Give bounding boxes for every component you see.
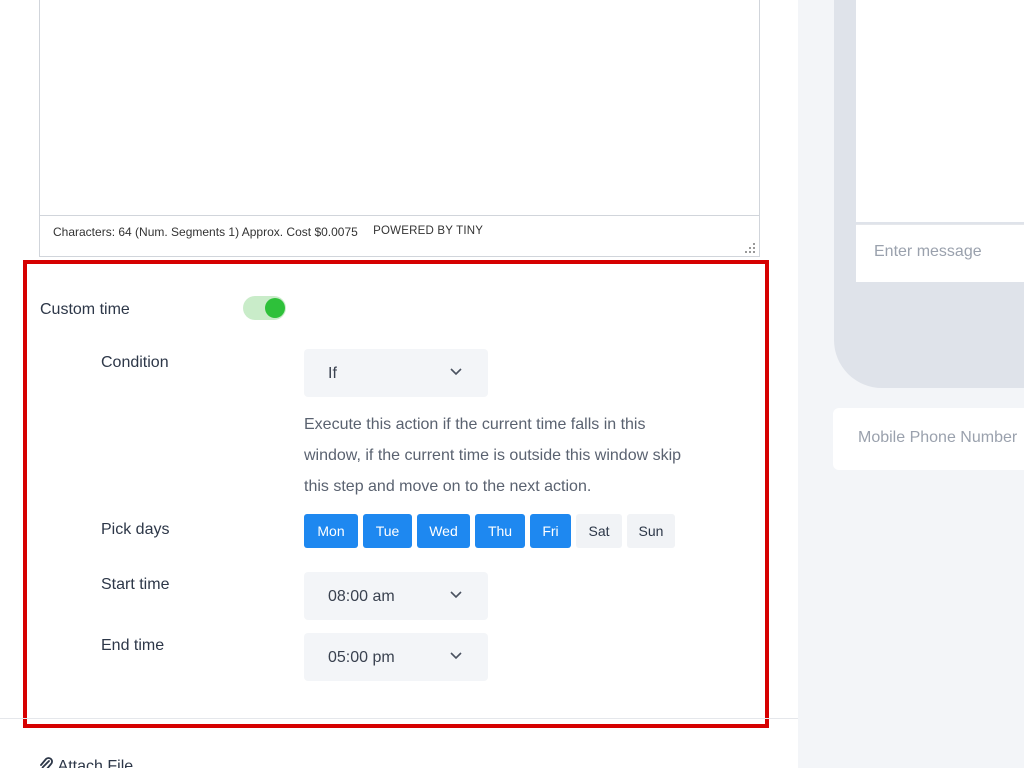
editor-content-area[interactable] xyxy=(40,0,759,216)
start-time-label: Start time xyxy=(101,576,170,593)
editor-status-bar: Characters: 64 (Num. Segments 1) Approx.… xyxy=(53,225,483,239)
attach-file-link[interactable]: Attach File xyxy=(38,755,133,768)
powered-by-link[interactable]: POWERED BY TINY xyxy=(373,225,483,237)
mobile-phone-input[interactable] xyxy=(858,429,1024,447)
chevron-down-icon xyxy=(450,591,462,599)
day-thu-button[interactable]: Thu xyxy=(475,514,525,548)
section-divider xyxy=(0,718,798,719)
condition-select[interactable]: If xyxy=(304,349,488,397)
condition-description: Execute this action if the current time … xyxy=(304,416,682,495)
custom-time-toggle[interactable] xyxy=(243,296,286,320)
day-tue-button[interactable]: Tue xyxy=(363,514,412,548)
chevron-down-icon xyxy=(450,652,462,660)
paperclip-icon xyxy=(40,757,53,768)
chevron-down-icon xyxy=(450,368,462,376)
phone-screen xyxy=(856,0,1024,222)
pick-days-label: Pick days xyxy=(101,521,170,538)
end-time-select[interactable]: 05:00 pm xyxy=(304,633,488,681)
day-sun-button[interactable]: Sun xyxy=(627,514,675,548)
message-input-container xyxy=(856,224,1024,282)
day-wed-button[interactable]: Wed xyxy=(417,514,470,548)
custom-time-label: Custom time xyxy=(40,301,130,318)
toggle-knob xyxy=(265,298,285,318)
attach-file-label: Attach File xyxy=(57,758,134,768)
message-editor: Characters: 64 (Num. Segments 1) Approx.… xyxy=(39,0,760,257)
day-fri-button[interactable]: Fri xyxy=(530,514,571,548)
end-time-label: End time xyxy=(101,637,165,654)
start-time-select[interactable]: 08:00 am xyxy=(304,572,488,620)
message-input[interactable] xyxy=(874,243,1024,261)
condition-label: Condition xyxy=(101,354,169,371)
day-sat-button[interactable]: Sat xyxy=(576,514,622,548)
mobile-phone-field xyxy=(833,408,1024,470)
end-time-value: 05:00 pm xyxy=(328,649,395,666)
condition-value: If xyxy=(328,365,337,382)
resize-handle-icon[interactable] xyxy=(745,243,755,253)
start-time-value: 08:00 am xyxy=(328,588,395,605)
character-count: Characters: 64 (Num. Segments 1) Approx.… xyxy=(53,225,358,239)
day-mon-button[interactable]: Mon xyxy=(304,514,358,548)
